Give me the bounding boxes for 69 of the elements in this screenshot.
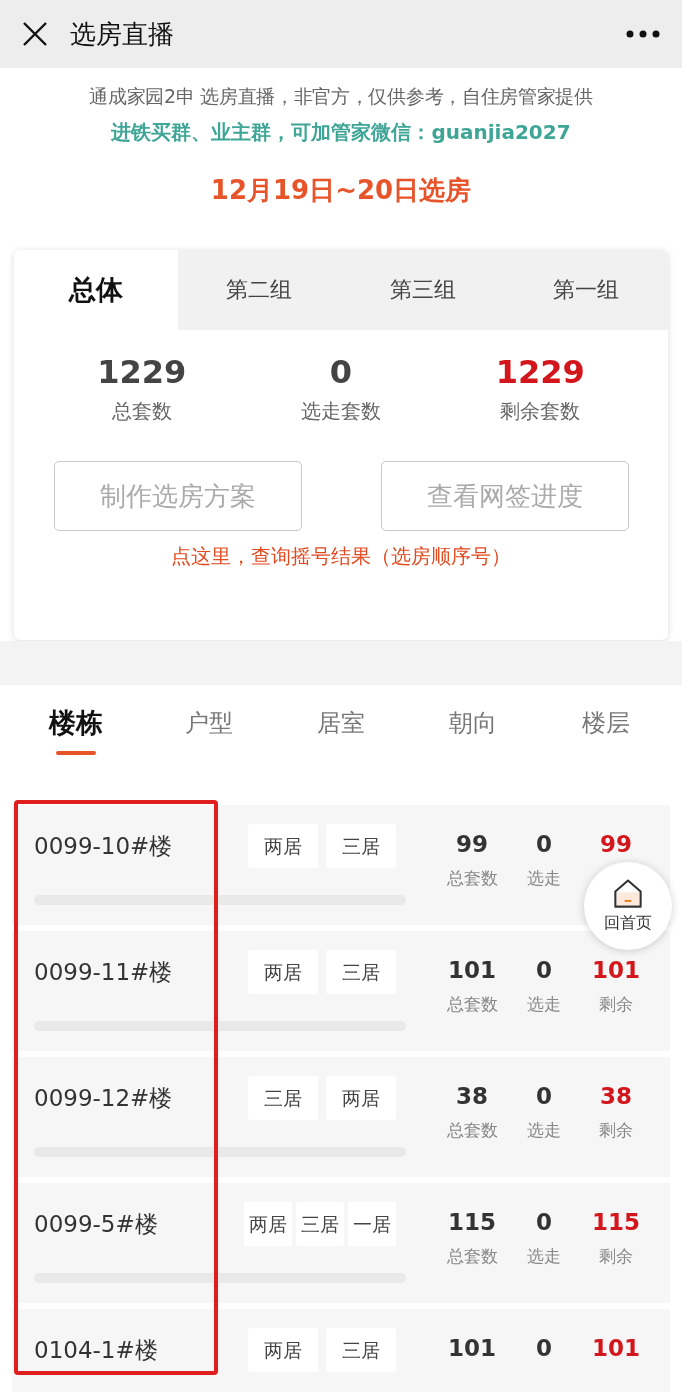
count-value: 115 xyxy=(592,1208,640,1237)
building-row[interactable]: 0099-12#楼 三居 两居 38 总套数 0 选走 38 剩余 xyxy=(12,1057,670,1177)
building-name: 0099-11#楼 xyxy=(34,957,174,987)
group-tab[interactable]: 第三组 xyxy=(341,250,505,330)
date-heading: 12月19日~20日选房 xyxy=(210,174,472,207)
count-value: 99 xyxy=(456,830,488,859)
count-value: 0 xyxy=(536,1082,552,1111)
count-label: 总套数 xyxy=(446,1245,498,1268)
building-row[interactable]: 0104-1#楼 两居 三居 101 0 101 xyxy=(12,1309,670,1392)
room-type-tag: 三居 xyxy=(326,950,396,994)
count-label: 剩余 xyxy=(599,1245,633,1268)
count-value: 115 xyxy=(448,1208,496,1237)
filter-tab[interactable]: 楼层 xyxy=(539,685,673,775)
count-value: 38 xyxy=(456,1082,488,1111)
stat-label: 总套数 xyxy=(111,398,172,425)
lottery-link[interactable]: 点这里，查询摇号结果（选房顺序号） xyxy=(14,543,668,570)
filter-tab[interactable]: 楼栋 xyxy=(10,685,143,775)
filter-tab[interactable]: 居室 xyxy=(274,685,408,775)
count-value: 0 xyxy=(536,830,552,859)
room-type-tag: 三居 xyxy=(326,1328,396,1372)
count-value: 101 xyxy=(592,956,640,985)
contact-text: 进铁买群、业主群，可加管家微信：guanjia2027 xyxy=(111,119,571,146)
building-name: 0099-10#楼 xyxy=(34,831,174,861)
building-name: 0099-5#楼 xyxy=(34,1209,159,1239)
count-value: 0 xyxy=(536,1208,552,1237)
count-value: 0 xyxy=(536,956,552,985)
group-tab[interactable]: 第二组 xyxy=(177,250,341,330)
building-row[interactable]: 0099-11#楼 两居 三居 101 总套数 0 选走 101 剩余 xyxy=(12,931,670,1051)
stat-label: 选走套数 xyxy=(301,398,381,425)
house-icon xyxy=(612,878,644,910)
room-type-tag: 两居 xyxy=(326,1076,396,1120)
room-type-tag: 三居 xyxy=(326,824,396,868)
filter-tab[interactable]: 户型 xyxy=(142,685,275,775)
count-label: 剩余 xyxy=(599,1119,633,1142)
room-type-tag: 两居 xyxy=(248,950,318,994)
window-title: 选房直播 xyxy=(70,17,175,51)
stat-label: 剩余套数 xyxy=(500,398,581,425)
count-label: 总套数 xyxy=(446,867,498,890)
group-tab[interactable]: 总体 xyxy=(14,250,178,330)
count-value: 101 xyxy=(448,1334,496,1363)
room-type-tag: 三居 xyxy=(248,1076,318,1120)
more-icon[interactable] xyxy=(626,30,660,38)
count-value: 99 xyxy=(600,830,632,859)
count-label: 选走 xyxy=(527,993,561,1016)
count-label: 总套数 xyxy=(446,993,498,1016)
room-type-tag: 两居 xyxy=(248,1328,318,1372)
room-type-tag: 一居 xyxy=(348,1202,396,1246)
building-name: 0099-12#楼 xyxy=(34,1083,174,1113)
count-label: 选走 xyxy=(527,1245,561,1268)
count-label: 剩余 xyxy=(599,993,633,1016)
count-label: 选走 xyxy=(527,1119,561,1142)
count-value: 38 xyxy=(600,1082,632,1111)
stat-value: 1229 xyxy=(495,352,585,393)
disclaimer-text: 通成家园2申 选房直播，非官方，仅供参考，自住房管家提供 xyxy=(89,84,593,109)
filter-tab[interactable]: 朝向 xyxy=(407,685,540,775)
room-type-tag: 三居 xyxy=(296,1202,344,1246)
room-type-tag: 两居 xyxy=(244,1202,292,1246)
room-type-tag: 两居 xyxy=(248,824,318,868)
stat-value: 1229 xyxy=(97,352,187,393)
count-label: 总套数 xyxy=(446,1119,498,1142)
count-value: 101 xyxy=(448,956,496,985)
building-name: 0104-1#楼 xyxy=(34,1335,159,1365)
group-tab[interactable]: 第一组 xyxy=(504,250,668,330)
count-value: 101 xyxy=(592,1334,640,1363)
close-icon[interactable] xyxy=(22,21,48,47)
building-row[interactable]: 0099-5#楼 两居 三居 一居 115 总套数 0 选走 115 剩余 xyxy=(12,1183,670,1303)
stat-value: 0 xyxy=(329,352,353,393)
count-label: 选走 xyxy=(527,867,561,890)
count-value: 0 xyxy=(536,1334,552,1363)
